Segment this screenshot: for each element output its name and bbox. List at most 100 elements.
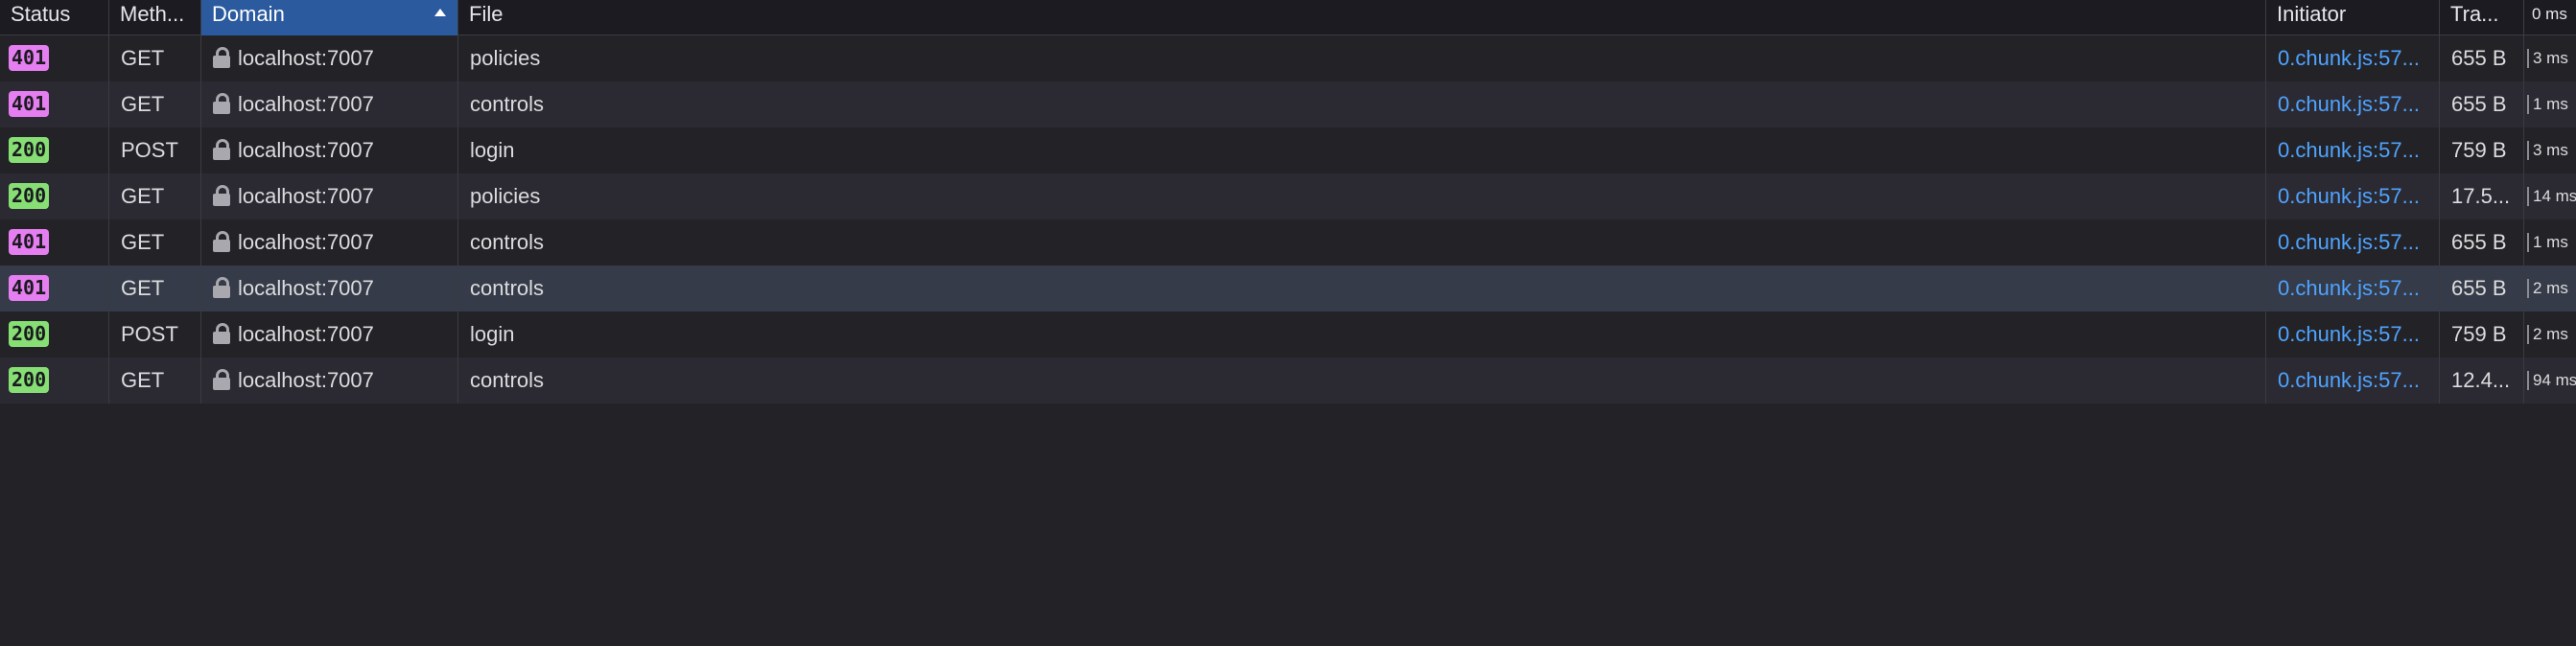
initiator-link[interactable]: 0.chunk.js:57... bbox=[2266, 219, 2440, 265]
timing-bar bbox=[2527, 325, 2529, 344]
waterfall-cell: 1 ms bbox=[2524, 219, 2576, 265]
timing-bar bbox=[2527, 279, 2529, 298]
domain-cell: localhost:7007 bbox=[201, 81, 458, 127]
status-cell: 401 bbox=[0, 81, 109, 127]
transferred-cell: 655 B bbox=[2440, 81, 2524, 127]
transferred-cell: 655 B bbox=[2440, 35, 2524, 81]
file-cell: controls bbox=[458, 81, 2266, 127]
status-badge: 200 bbox=[9, 137, 50, 164]
transferred-cell: 17.5... bbox=[2440, 173, 2524, 219]
waterfall-cell: 2 ms bbox=[2524, 265, 2576, 311]
lock-icon bbox=[213, 277, 230, 299]
lock-icon bbox=[213, 231, 230, 253]
file-cell: controls bbox=[458, 219, 2266, 265]
request-row[interactable]: 401 GET localhost:7007 controls 0.chunk.js:5… bbox=[0, 265, 2576, 311]
domain-text: localhost:7007 bbox=[238, 46, 374, 70]
status-badge: 200 bbox=[9, 183, 50, 210]
file-cell: controls bbox=[458, 265, 2266, 311]
lock-icon bbox=[213, 323, 230, 345]
timing-label: 3 ms bbox=[2533, 141, 2568, 159]
method-cell: GET bbox=[109, 358, 201, 404]
domain-cell: localhost:7007 bbox=[201, 127, 458, 173]
request-row[interactable]: 200 GET localhost:7007 controls 0.chunk.js:5… bbox=[0, 358, 2576, 404]
lock-icon bbox=[213, 139, 230, 161]
method-cell: GET bbox=[109, 265, 201, 311]
column-header-domain[interactable]: Domain bbox=[201, 0, 458, 35]
initiator-link[interactable]: 0.chunk.js:57... bbox=[2266, 35, 2440, 81]
transferred-cell: 759 B bbox=[2440, 127, 2524, 173]
request-row[interactable]: 401 GET localhost:7007 controls 0.chunk.js:5… bbox=[0, 219, 2576, 265]
status-badge: 200 bbox=[9, 321, 50, 348]
waterfall-cell: 3 ms bbox=[2524, 35, 2576, 81]
transferred-cell: 12.4... bbox=[2440, 358, 2524, 404]
timing-label: 2 ms bbox=[2533, 279, 2568, 297]
timing-label: 1 ms bbox=[2533, 95, 2568, 113]
domain-text: localhost:7007 bbox=[238, 322, 374, 346]
timing-label: 2 ms bbox=[2533, 325, 2568, 343]
domain-text: localhost:7007 bbox=[238, 276, 374, 300]
lock-icon bbox=[213, 185, 230, 207]
domain-cell: localhost:7007 bbox=[201, 265, 458, 311]
file-cell: policies bbox=[458, 35, 2266, 81]
domain-cell: localhost:7007 bbox=[201, 311, 458, 358]
request-table-header: Status Meth... Domain File Initiator Tra… bbox=[0, 0, 2576, 35]
waterfall-cell: 2 ms bbox=[2524, 311, 2576, 358]
column-header-transferred[interactable]: Tra... bbox=[2440, 0, 2524, 35]
initiator-link[interactable]: 0.chunk.js:57... bbox=[2266, 265, 2440, 311]
column-header-status[interactable]: Status bbox=[0, 0, 109, 35]
status-cell: 200 bbox=[0, 127, 109, 173]
request-row[interactable]: 401 GET localhost:7007 policies 0.chunk.js:5… bbox=[0, 35, 2576, 81]
status-badge: 401 bbox=[9, 275, 50, 302]
domain-cell: localhost:7007 bbox=[201, 219, 458, 265]
column-header-domain-label: Domain bbox=[212, 2, 285, 26]
timing-bar bbox=[2527, 371, 2529, 390]
status-badge: 401 bbox=[9, 91, 50, 118]
timing-bar bbox=[2527, 187, 2529, 206]
request-row[interactable]: 200 GET localhost:7007 policies 0.chunk.js:5… bbox=[0, 173, 2576, 219]
timing-bar bbox=[2527, 95, 2529, 114]
request-row[interactable]: 200 POST localhost:7007 login 0.chunk.js:57.… bbox=[0, 127, 2576, 173]
column-header-initiator[interactable]: Initiator bbox=[2266, 0, 2440, 35]
column-header-file[interactable]: File bbox=[458, 0, 2266, 35]
status-cell: 401 bbox=[0, 265, 109, 311]
transferred-cell: 759 B bbox=[2440, 311, 2524, 358]
column-header-method[interactable]: Meth... bbox=[109, 0, 201, 35]
domain-text: localhost:7007 bbox=[238, 184, 374, 208]
method-cell: GET bbox=[109, 173, 201, 219]
file-cell: login bbox=[458, 311, 2266, 358]
lock-icon bbox=[213, 369, 230, 391]
request-list: 401 GET localhost:7007 policies 0.chunk.js:5… bbox=[0, 35, 2576, 404]
network-panel: Status Meth... Domain File Initiator Tra… bbox=[0, 0, 2576, 646]
status-cell: 401 bbox=[0, 35, 109, 81]
timing-bar bbox=[2527, 141, 2529, 160]
waterfall-cell: 94 ms bbox=[2524, 358, 2576, 404]
waterfall-cell: 3 ms bbox=[2524, 127, 2576, 173]
initiator-link[interactable]: 0.chunk.js:57... bbox=[2266, 358, 2440, 404]
waterfall-cell: 14 ms bbox=[2524, 173, 2576, 219]
status-badge: 200 bbox=[9, 367, 50, 394]
domain-cell: localhost:7007 bbox=[201, 35, 458, 81]
method-cell: GET bbox=[109, 35, 201, 81]
status-badge: 401 bbox=[9, 45, 50, 72]
file-cell: login bbox=[458, 127, 2266, 173]
initiator-link[interactable]: 0.chunk.js:57... bbox=[2266, 173, 2440, 219]
timing-bar bbox=[2527, 233, 2529, 252]
method-cell: GET bbox=[109, 81, 201, 127]
transferred-cell: 655 B bbox=[2440, 265, 2524, 311]
method-cell: GET bbox=[109, 219, 201, 265]
initiator-link[interactable]: 0.chunk.js:57... bbox=[2266, 81, 2440, 127]
request-row[interactable]: 200 POST localhost:7007 login 0.chunk.js:57.… bbox=[0, 311, 2576, 358]
initiator-link[interactable]: 0.chunk.js:57... bbox=[2266, 127, 2440, 173]
domain-text: localhost:7007 bbox=[238, 92, 374, 116]
initiator-link[interactable]: 0.chunk.js:57... bbox=[2266, 311, 2440, 358]
timing-label: 94 ms bbox=[2533, 371, 2576, 389]
request-row[interactable]: 401 GET localhost:7007 controls 0.chunk.js:5… bbox=[0, 81, 2576, 127]
status-cell: 401 bbox=[0, 219, 109, 265]
lock-icon bbox=[213, 47, 230, 69]
file-cell: policies bbox=[458, 173, 2266, 219]
domain-cell: localhost:7007 bbox=[201, 173, 458, 219]
column-header-waterfall[interactable]: 0 ms bbox=[2524, 0, 2576, 35]
domain-text: localhost:7007 bbox=[238, 368, 374, 392]
status-cell: 200 bbox=[0, 358, 109, 404]
status-cell: 200 bbox=[0, 311, 109, 358]
